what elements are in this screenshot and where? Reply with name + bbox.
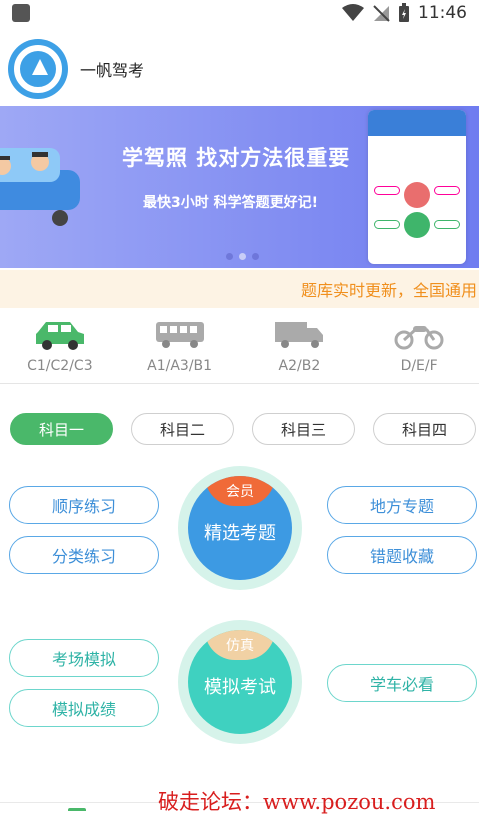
app-preview-image xyxy=(368,110,466,264)
must-see-button[interactable]: 学车必看 xyxy=(327,664,477,702)
member-badge: 会员 xyxy=(205,476,275,506)
license-type-label: A1/A3/B1 xyxy=(147,358,213,374)
regional-topics-button[interactable]: 地方专题 xyxy=(327,486,477,524)
promo-banner[interactable]: 学驾照 找对方法很重要 最快3小时 科学答题更好记! xyxy=(0,106,479,268)
banner-subtitle: 最快3小时 科学答题更好记! xyxy=(143,195,318,211)
battery-icon xyxy=(399,3,409,22)
license-type-c[interactable]: C1/C2/C3 xyxy=(0,312,120,383)
mock-exam-button[interactable]: 仿真 模拟考试 xyxy=(178,620,302,744)
clock: 11:46 xyxy=(418,3,467,23)
tab-subject-2[interactable]: 科目二 xyxy=(131,413,234,445)
license-type-d[interactable]: D/E/F xyxy=(359,312,479,383)
page-dot-active[interactable] xyxy=(239,253,246,260)
page-dot[interactable] xyxy=(252,253,259,260)
category-practice-button[interactable]: 分类练习 xyxy=(9,536,159,574)
license-type-a1[interactable]: A1/A3/B1 xyxy=(120,312,240,383)
license-type-label: D/E/F xyxy=(400,358,438,374)
truck-icon xyxy=(275,322,324,348)
app-title: 一帆驾考 xyxy=(80,61,145,80)
notice-bar: 题库实时更新，全国通用 xyxy=(0,270,479,308)
mock-exam-circle: 仿真 模拟考试 xyxy=(188,630,292,734)
car-icon xyxy=(35,322,84,350)
signal-off-icon xyxy=(373,5,390,22)
banner-pagination[interactable] xyxy=(226,253,259,260)
app-logo xyxy=(8,39,68,99)
license-type-label: A2/B2 xyxy=(278,358,321,374)
watermark-text: 破走论坛：www.pozou.com xyxy=(158,790,436,814)
page-dot[interactable] xyxy=(226,253,233,260)
license-type-selector: C1/C2/C3 A1/A3/B1 A2/B2 D/E/F xyxy=(0,312,479,384)
license-type-a2[interactable]: A2/B2 xyxy=(240,312,360,383)
car-illustration xyxy=(0,148,80,226)
notification-icon xyxy=(12,4,30,22)
simulation-score-button[interactable]: 模拟成绩 xyxy=(9,689,159,727)
featured-questions-circle: 会员 精选考题 xyxy=(188,476,292,580)
home-icon[interactable] xyxy=(68,808,86,816)
venue-simulation-button[interactable]: 考场模拟 xyxy=(9,639,159,677)
tab-subject-4[interactable]: 科目四 xyxy=(373,413,476,445)
simulation-badge: 仿真 xyxy=(205,630,275,660)
wifi-icon xyxy=(342,4,364,21)
subject-tabs: 科目一 科目二 科目三 科目四 xyxy=(10,413,476,445)
featured-questions-label: 精选考题 xyxy=(204,523,276,544)
bus-icon xyxy=(155,322,204,348)
wrong-questions-button[interactable]: 错题收藏 xyxy=(327,536,477,574)
tab-subject-3[interactable]: 科目三 xyxy=(252,413,355,445)
mock-exam-label: 模拟考试 xyxy=(204,677,276,698)
tab-subject-1[interactable]: 科目一 xyxy=(10,413,113,445)
status-bar: 11:46 xyxy=(0,0,479,26)
banner-title: 学驾照 找对方法很重要 xyxy=(122,146,351,170)
motorcycle-icon xyxy=(394,326,444,350)
notice-text: 题库实时更新，全国通用 xyxy=(300,281,477,300)
license-type-label: C1/C2/C3 xyxy=(27,358,93,374)
featured-questions-button[interactable]: 会员 精选考题 xyxy=(178,466,302,590)
sequential-practice-button[interactable]: 顺序练习 xyxy=(9,486,159,524)
app-header: 一帆驾考 xyxy=(0,36,479,102)
